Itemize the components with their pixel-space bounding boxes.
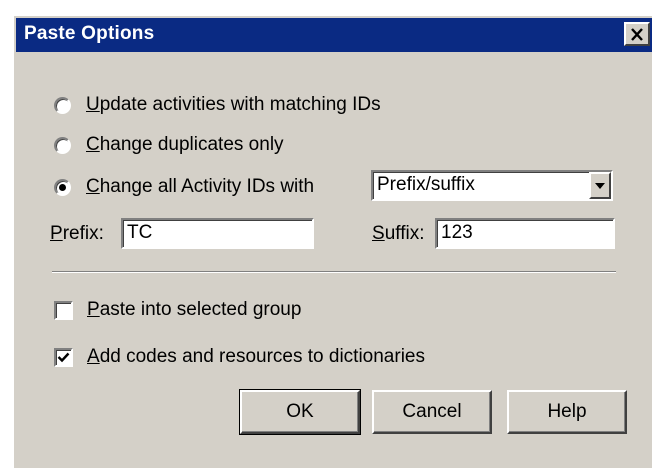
- separator: [52, 271, 616, 273]
- help-button[interactable]: Help: [507, 390, 627, 434]
- prefix-input-value: TC: [127, 222, 153, 243]
- radio-selected-dot: [59, 183, 66, 191]
- close-icon: [631, 27, 643, 41]
- prefix-label: Prefix:: [50, 223, 104, 244]
- dialog-title: Paste Options: [24, 23, 155, 44]
- mode-select[interactable]: Prefix/suffix: [371, 170, 613, 201]
- checkbox-paste-into-group[interactable]: Paste into selected group: [54, 299, 301, 321]
- checkbox-add-codes-label: Add codes and resources to dictionaries: [87, 346, 425, 367]
- cancel-button[interactable]: Cancel: [372, 390, 492, 434]
- radio-change-duplicates[interactable]: Change duplicates only: [54, 134, 284, 156]
- radio-button-change-all[interactable]: [54, 178, 71, 196]
- checkbox-add-codes-box[interactable]: [54, 347, 73, 367]
- title-bar: Paste Options: [16, 18, 652, 52]
- radio-update-matching[interactable]: Update activities with matching IDs: [54, 94, 381, 116]
- radio-change-all-label: Change all Activity IDs with: [86, 176, 315, 197]
- checkbox-add-codes[interactable]: Add codes and resources to dictionaries: [54, 346, 425, 368]
- radio-duplicates-label: Change duplicates only: [86, 134, 284, 155]
- close-button[interactable]: [624, 22, 650, 46]
- checkmark-icon: [57, 352, 70, 362]
- mode-select-value: Prefix/suffix: [377, 174, 475, 195]
- radio-update-label: Update activities with matching IDs: [86, 94, 381, 115]
- checkbox-paste-group-box[interactable]: [54, 300, 73, 320]
- suffix-input[interactable]: 123: [435, 218, 615, 249]
- checkbox-paste-group-label: Paste into selected group: [87, 299, 302, 320]
- chevron-down-icon: [595, 182, 605, 189]
- suffix-input-value: 123: [441, 222, 473, 243]
- radio-change-all-ids[interactable]: Change all Activity IDs with: [54, 176, 314, 198]
- radio-button-update[interactable]: [54, 96, 71, 114]
- ok-button[interactable]: OK: [239, 389, 361, 435]
- radio-button-duplicates[interactable]: [54, 136, 71, 154]
- paste-options-dialog: Paste Options Update activities with mat…: [12, 14, 652, 468]
- prefix-input[interactable]: TC: [121, 218, 314, 249]
- dropdown-button[interactable]: [589, 172, 611, 199]
- suffix-label: Suffix:: [372, 223, 425, 244]
